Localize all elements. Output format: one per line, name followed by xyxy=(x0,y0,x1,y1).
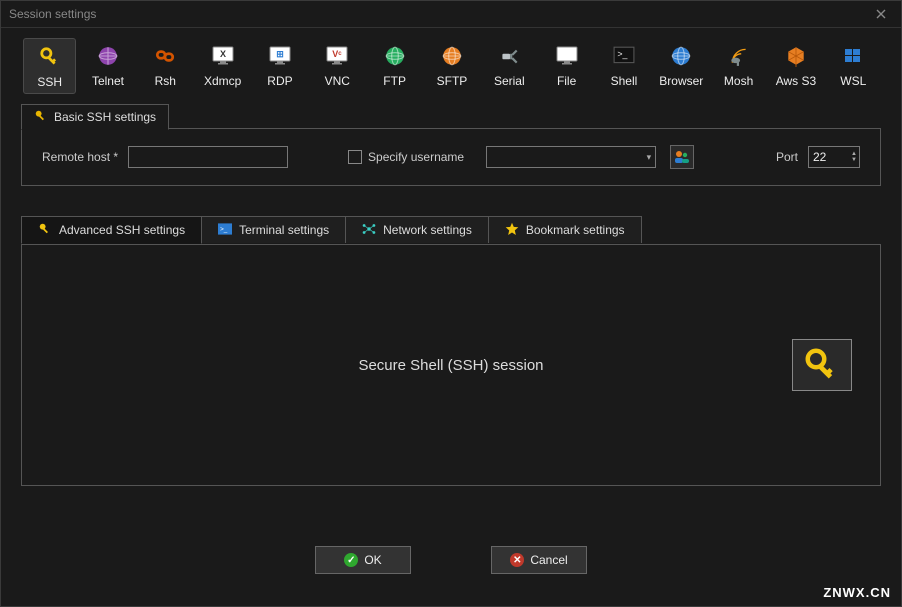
key-small-icon xyxy=(38,222,52,239)
port-value: 22 xyxy=(813,150,826,164)
session-type-label: VNC xyxy=(325,74,350,88)
session-type-shell[interactable]: >_ Shell xyxy=(598,38,649,94)
check-icon: ✓ xyxy=(344,553,358,567)
session-type-label: SSH xyxy=(37,75,62,89)
session-settings-window: Session settings SSH Telnet Rsh X Xdmcp ⊞ RDP V… xyxy=(0,0,902,607)
basic-settings-panel: Remote host * Specify username ▾ Port 22… xyxy=(21,128,881,186)
svg-text:X: X xyxy=(220,49,226,59)
session-type-rdp[interactable]: ⊞ RDP xyxy=(254,38,305,94)
svg-text:>_: >_ xyxy=(220,226,228,233)
ok-label: OK xyxy=(364,553,381,567)
session-type-label: FTP xyxy=(383,74,406,88)
svg-text:⊞: ⊞ xyxy=(276,49,284,59)
checkbox-icon xyxy=(348,150,362,164)
session-type-label: SFTP xyxy=(437,74,468,88)
basic-settings-group: Basic SSH settings Remote host * Specify… xyxy=(21,128,881,186)
chevron-down-icon: ▾ xyxy=(647,152,652,163)
monitor-vnc-icon: Vᶜ xyxy=(323,44,351,68)
win-logo-icon xyxy=(839,44,867,68)
session-type-telnet[interactable]: Telnet xyxy=(82,38,133,94)
session-type-label: File xyxy=(557,74,576,88)
session-type-label: Rsh xyxy=(155,74,176,88)
session-types-toolbar: SSH Telnet Rsh X Xdmcp ⊞ RDP Vᶜ VNC FTP SFTP Serial… xyxy=(1,28,901,100)
session-description: Secure Shell (SSH) session xyxy=(358,357,543,374)
basic-settings-label: Basic SSH settings xyxy=(54,110,156,124)
watermark: ZNWX.CN xyxy=(823,585,891,600)
tab-label: Bookmark settings xyxy=(526,223,625,237)
session-type-label: RDP xyxy=(267,74,292,88)
globe-blue-icon xyxy=(667,44,695,68)
session-type-label: Shell xyxy=(611,74,638,88)
titlebar: Session settings xyxy=(1,1,901,28)
dialog-footer: ✓ OK ✕ Cancel xyxy=(1,546,901,574)
session-type-ssh[interactable]: SSH xyxy=(23,38,76,94)
tab-adv[interactable]: Advanced SSH settings xyxy=(21,216,202,244)
session-type-label: Browser xyxy=(659,74,703,88)
key-icon xyxy=(804,347,840,383)
session-type-label: Serial xyxy=(494,74,525,88)
plug-icon xyxy=(495,44,523,68)
session-type-ftp[interactable]: FTP xyxy=(369,38,420,94)
key-icon xyxy=(36,45,64,69)
close-icon[interactable] xyxy=(869,2,893,26)
session-type-label: Xdmcp xyxy=(204,74,241,88)
session-type-label: WSL xyxy=(840,74,866,88)
cancel-label: Cancel xyxy=(530,553,567,567)
session-type-badge xyxy=(792,339,852,391)
tab-label: Terminal settings xyxy=(239,223,329,237)
port-label: Port xyxy=(776,150,798,164)
tab-bm[interactable]: Bookmark settings xyxy=(488,216,642,243)
session-type-label: Aws S3 xyxy=(776,74,816,88)
globe-green-icon xyxy=(381,44,409,68)
window-title: Session settings xyxy=(9,7,869,21)
key-icon xyxy=(34,109,48,126)
terminal-icon: >_ xyxy=(610,44,638,68)
aws-icon xyxy=(782,44,810,68)
secondary-tab-content: Secure Shell (SSH) session xyxy=(21,244,881,486)
monitor-win-icon: ⊞ xyxy=(266,44,294,68)
tab-net[interactable]: Network settings xyxy=(345,216,489,243)
session-type-serial[interactable]: Serial xyxy=(484,38,535,94)
specify-username-checkbox[interactable]: Specify username xyxy=(348,150,464,164)
session-type-label: Mosh xyxy=(724,74,753,88)
session-type-aws[interactable]: Aws S3 xyxy=(770,38,821,94)
session-type-label: Telnet xyxy=(92,74,124,88)
users-icon xyxy=(674,150,690,164)
specify-username-label: Specify username xyxy=(368,150,464,164)
globe-orange-icon xyxy=(438,44,466,68)
session-type-sftp[interactable]: SFTP xyxy=(426,38,477,94)
monitor-file-icon xyxy=(553,44,581,68)
svg-text:Vᶜ: Vᶜ xyxy=(333,49,343,59)
remote-host-label: Remote host * xyxy=(42,150,118,164)
chain-icon xyxy=(151,44,179,68)
session-type-wsl[interactable]: WSL xyxy=(828,38,879,94)
globe-purple-icon xyxy=(94,44,122,68)
tab-label: Network settings xyxy=(383,223,472,237)
port-input[interactable]: 22 ▲▼ xyxy=(808,146,860,168)
session-type-file[interactable]: File xyxy=(541,38,592,94)
network-small-icon xyxy=(362,222,376,239)
session-type-mosh[interactable]: Mosh xyxy=(713,38,764,94)
monitor-x-icon: X xyxy=(209,44,237,68)
cancel-icon: ✕ xyxy=(510,553,524,567)
username-combo[interactable]: ▾ xyxy=(486,146,656,168)
manage-users-button[interactable] xyxy=(670,145,694,169)
cancel-button[interactable]: ✕ Cancel xyxy=(491,546,587,574)
tab-term[interactable]: >_ Terminal settings xyxy=(201,216,346,243)
ok-button[interactable]: ✓ OK xyxy=(315,546,411,574)
port-spinner[interactable]: ▲▼ xyxy=(851,151,857,163)
session-type-rsh[interactable]: Rsh xyxy=(140,38,191,94)
basic-settings-tab: Basic SSH settings xyxy=(21,104,169,130)
session-type-vnc[interactable]: Vᶜ VNC xyxy=(312,38,363,94)
svg-text:>_: >_ xyxy=(617,49,627,59)
secondary-tabs: Advanced SSH settings >_ Terminal settings… xyxy=(21,216,881,244)
terminal-small-icon: >_ xyxy=(218,223,232,238)
tab-label: Advanced SSH settings xyxy=(59,223,185,237)
session-type-xdmcp[interactable]: X Xdmcp xyxy=(197,38,248,94)
satellite-icon xyxy=(725,44,753,68)
session-type-browser[interactable]: Browser xyxy=(656,38,707,94)
star-small-icon xyxy=(505,222,519,239)
remote-host-input[interactable] xyxy=(128,146,288,168)
